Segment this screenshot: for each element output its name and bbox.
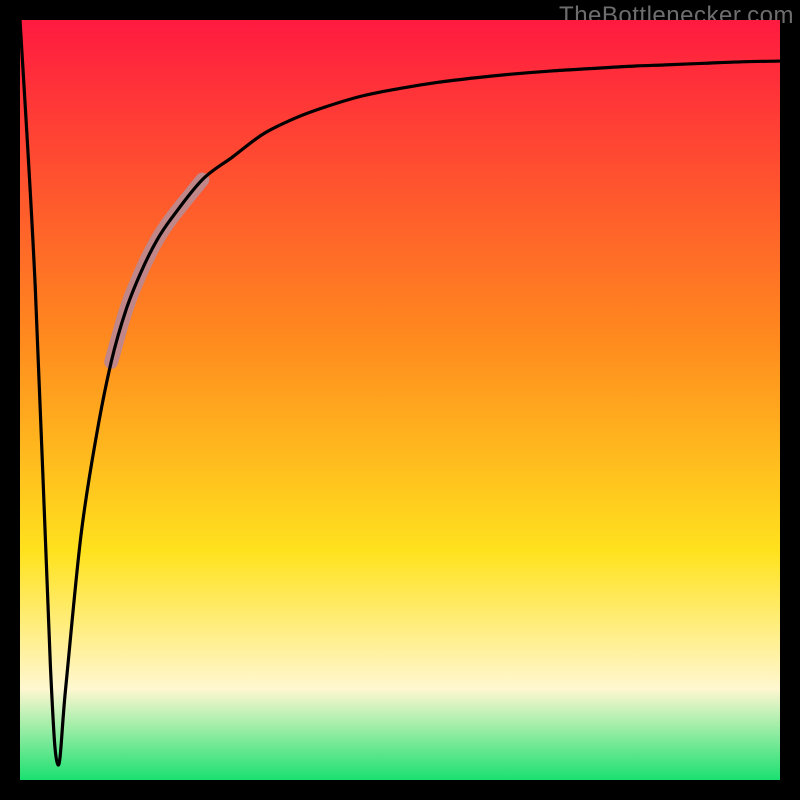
chart-frame: TheBottlenecker.com	[0, 0, 800, 800]
plot-area	[20, 20, 780, 780]
chart-svg	[20, 20, 780, 780]
gradient-background	[20, 20, 780, 780]
